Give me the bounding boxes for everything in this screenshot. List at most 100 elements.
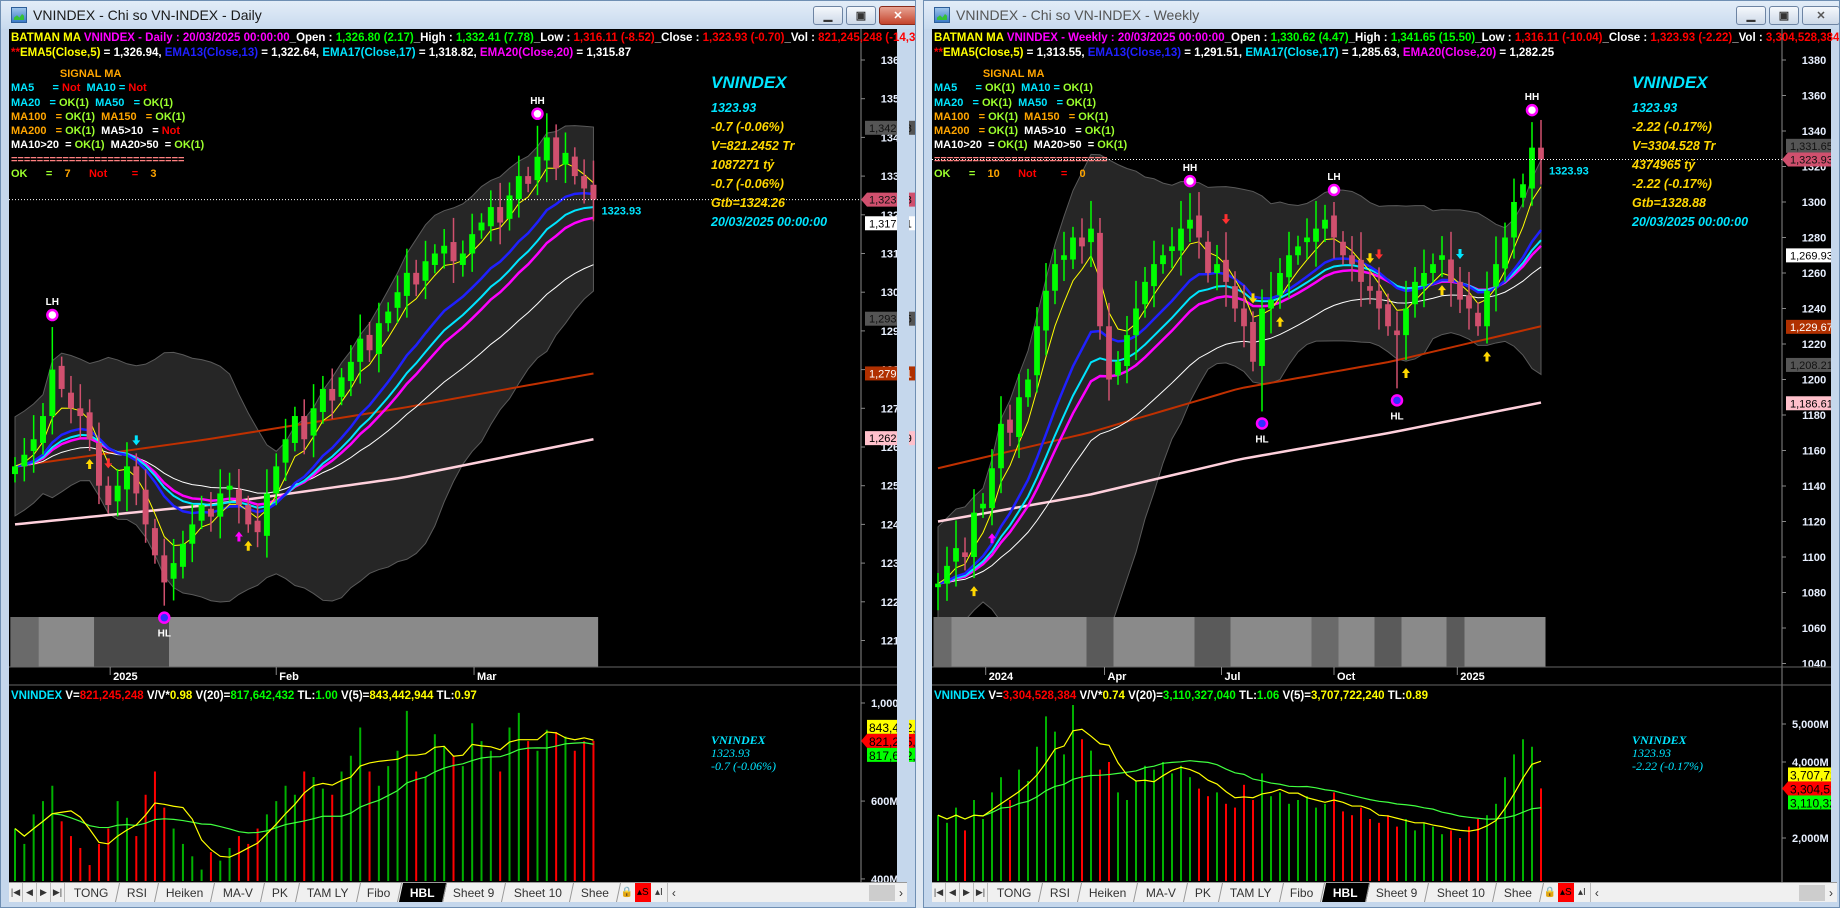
signal-arrow-up-icon: [1402, 368, 1410, 379]
date-label: 2025: [113, 671, 137, 683]
sheet-tab[interactable]: TAM LY: [295, 883, 361, 902]
text-segment: V/V*: [143, 690, 170, 702]
text-segment: MA20 =: [934, 96, 982, 109]
sheet-tab[interactable]: RSI: [116, 883, 160, 902]
price-axis-tag: 1,229.67: [1786, 319, 1838, 334]
price-tick-label: 1380: [1802, 55, 1826, 67]
text-segment: OK(1): [1084, 125, 1115, 138]
info-value: -2.22 (-0.17%): [1632, 177, 1712, 191]
tab-nav-next-button[interactable]: ▶: [37, 883, 51, 902]
text-segment: 1.00: [315, 690, 338, 702]
text-segment: OK(1): [988, 110, 1019, 123]
sheet-tab[interactable]: TONG: [985, 883, 1044, 902]
text-segment: **: [11, 47, 20, 59]
date-label: Oct: [1337, 671, 1356, 683]
sheet-tab[interactable]: MA-V: [1134, 883, 1188, 902]
scrollbar-thumb[interactable]: [1799, 884, 1825, 901]
info-value: 4374965 tỷ: [1632, 158, 1696, 172]
pivot-label: HL: [158, 629, 171, 640]
sheet-add-icon[interactable]: ▴I: [1574, 883, 1590, 902]
tab-nav-prev-button[interactable]: ◀: [23, 883, 37, 902]
text-segment: V(5)=: [337, 690, 370, 702]
sheet-tab[interactable]: MA-V: [211, 883, 265, 902]
sheet-tab[interactable]: Sheet 9: [1365, 883, 1430, 902]
text-segment: OK(1): [1078, 110, 1109, 123]
sheet-tab-label: PK: [271, 885, 288, 900]
tab-nav-first-button[interactable]: |◀: [932, 883, 946, 902]
scroll-left-icon[interactable]: ‹: [672, 886, 676, 900]
sheet-tab[interactable]: Sheet 9: [442, 883, 507, 902]
text-segment: 843,442,944: [369, 690, 434, 702]
sheet-tab[interactable]: RSI: [1039, 883, 1083, 902]
price-tag-text: 1,208.21: [1790, 360, 1833, 372]
signal-zone: [1374, 617, 1402, 667]
signal-zone: [1446, 617, 1465, 667]
scroll-left-icon[interactable]: ‹: [1595, 886, 1599, 900]
sheet-tab[interactable]: Fibo: [356, 883, 403, 902]
horizontal-scrollbar[interactable]: ‹ ›: [666, 883, 907, 902]
horizontal-scrollbar[interactable]: ‹ ›: [1589, 883, 1837, 902]
text-segment: BATMAN MA: [934, 32, 1007, 44]
text-segment: 1,341.65 (15.50): [1390, 32, 1476, 44]
sheet-tab[interactable]: Heiken: [155, 883, 216, 902]
pivot-marker-icon: [1255, 417, 1269, 430]
price-axis-tag: 1,186.61: [1786, 396, 1838, 411]
text-segment: VNINDEX - Weekly : 20/03/2025 00:00:00: [1006, 32, 1225, 44]
info-value: 1087271 tỷ: [711, 158, 775, 172]
info-row: Gtb=1324.26L=1316.11: [711, 194, 915, 213]
ema-header: **EMA5(Close,5) = 1,326.94, EMA13(Close,…: [11, 47, 631, 59]
scroll-right-icon[interactable]: ›: [1829, 886, 1833, 900]
sheet-tab[interactable]: Sheet 10: [1425, 883, 1497, 902]
date-label: Feb: [279, 671, 299, 683]
sheet-tab[interactable]: PK: [260, 883, 300, 902]
candle[interactable]: [1097, 217, 1103, 340]
sheet-tab[interactable]: Fibo: [1279, 883, 1326, 902]
sheet-tab[interactable]: Shee: [1492, 883, 1544, 902]
price-tick-label: 1260: [1802, 268, 1826, 280]
price-tag-text: 1,269.93: [1790, 250, 1833, 262]
text-segment: **: [934, 47, 943, 59]
price-tick-label: 1180: [1802, 410, 1826, 422]
lock-icon[interactable]: 🔒: [619, 883, 635, 902]
text-segment: 1.06: [1256, 690, 1280, 702]
text-segment: OK(1): [65, 110, 96, 123]
sheet-add-icon[interactable]: ▴I: [651, 883, 667, 902]
sheet-tab[interactable]: HBL: [398, 883, 447, 902]
sheet-tab-label: MA-V: [1145, 885, 1176, 900]
text-segment: = 1,326.94,: [100, 47, 165, 59]
tab-nav-next-button[interactable]: ▶: [960, 883, 974, 902]
sheet-tab[interactable]: HBL: [1321, 883, 1370, 902]
scrollbar-thumb[interactable]: [869, 884, 895, 901]
sheet-s-icon[interactable]: ▴S: [634, 883, 651, 902]
tab-nav-first-button[interactable]: |◀: [9, 883, 23, 902]
volume-tick-label: 4,000M: [1792, 757, 1829, 769]
pivot-label: HH: [530, 96, 544, 107]
text-segment: EMA20(Close,20): [479, 47, 574, 59]
sheet-tab[interactable]: Sheet 10: [502, 883, 574, 902]
sheet-tab[interactable]: Heiken: [1078, 883, 1139, 902]
text-segment: 1,323.93 (-0.70): [702, 32, 785, 44]
text-segment: 821,245,248: [79, 690, 144, 702]
sheet-tab[interactable]: Shee: [569, 883, 621, 902]
text-segment: 1,316.11 (-8.52): [573, 32, 655, 44]
tab-nav-prev-button[interactable]: ◀: [946, 883, 960, 902]
sheet-tab[interactable]: TAM LY: [1218, 883, 1284, 902]
text-segment: V(5)=: [1279, 690, 1311, 702]
sheet-tab-label: MA-V: [222, 885, 253, 900]
info-symbol: VNINDEX: [1632, 73, 1708, 92]
signal-row: OK = 10 Not = 0: [934, 167, 1127, 181]
text-segment: MA20>50 =: [1027, 139, 1098, 152]
sheet-tab-label: Sheet 9: [1376, 885, 1418, 900]
text-segment: MA5>10 =: [1018, 125, 1085, 138]
date-label: Apr: [1108, 671, 1128, 683]
signal-row: MA10>20 = OK(1) MA20>50 = OK(1): [11, 138, 204, 152]
scroll-right-icon[interactable]: ›: [899, 886, 903, 900]
sheet-tab-bar: |◀ ◀ ▶ ▶| TONG RSI Heiken MA-V PK TAM LY Fibo HBL Sh…: [932, 882, 1837, 902]
sheet-tab[interactable]: TONG: [62, 883, 121, 902]
price-tick-label: 1220: [1802, 339, 1826, 351]
sheet-s-icon[interactable]: ▴S: [1557, 883, 1574, 902]
sheet-tab[interactable]: PK: [1183, 883, 1223, 902]
info-value: Gtb=1324.26: [711, 196, 786, 210]
lock-icon[interactable]: 🔒: [1542, 883, 1558, 902]
signal-zone: [94, 617, 169, 667]
